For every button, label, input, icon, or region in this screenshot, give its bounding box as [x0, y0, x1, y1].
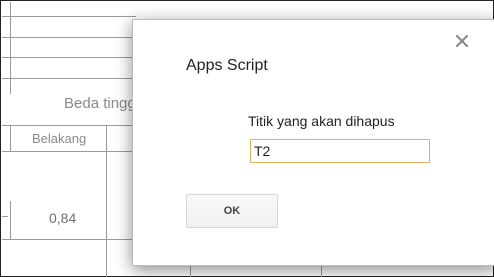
apps-script-dialog: Apps Script Titik yang akan dihapus OK — [132, 19, 494, 266]
grid-line — [2, 78, 136, 79]
grid-line — [2, 16, 136, 17]
column-header-belakang: Belakang — [32, 131, 87, 146]
grid-line — [2, 151, 136, 152]
point-name-input[interactable] — [250, 139, 430, 163]
value-cell[interactable]: 0,84 — [49, 210, 76, 226]
grid-line — [10, 201, 11, 239]
grid-line — [10, 125, 11, 152]
prompt-label: Titik yang akan dihapus — [248, 113, 395, 129]
dialog-title: Apps Script — [186, 57, 268, 74]
grid-line — [10, 2, 11, 94]
grid-line — [2, 216, 8, 217]
merged-header-cell: Beda tinggi — [64, 95, 140, 112]
grid-line — [2, 57, 136, 58]
close-icon[interactable] — [453, 32, 471, 50]
grid-line — [2, 239, 136, 240]
ok-button[interactable]: OK — [186, 194, 278, 228]
grid-line — [106, 125, 107, 277]
grid-line — [2, 37, 136, 38]
grid-line — [2, 125, 136, 126]
screenshot-frame: Beda tinggi Belakang 0,84 Apps Script Ti… — [0, 0, 494, 277]
